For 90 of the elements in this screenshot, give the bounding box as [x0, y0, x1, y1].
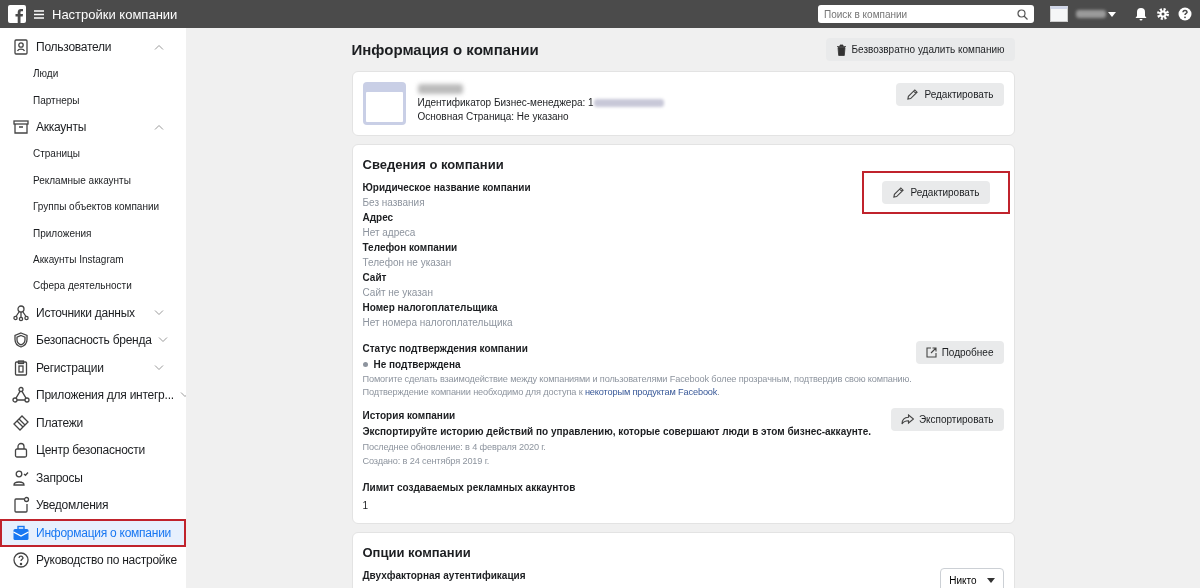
more-button[interactable]: Подробнее — [915, 341, 1004, 364]
sidebar-subitem[interactable]: Люди — [0, 60, 186, 87]
person-check-icon — [12, 468, 30, 487]
help-icon[interactable] — [1178, 7, 1192, 21]
dropdown[interactable]: Никто — [940, 568, 1004, 588]
chevron-icon[interactable] — [157, 337, 168, 344]
sidebar-item[interactable]: Центр безопасности — [0, 436, 186, 465]
blurred-company-name — [417, 84, 463, 94]
field-label: Двухфакторная аутентификация — [362, 569, 526, 583]
pencil-icon — [892, 186, 906, 199]
sidebar-item[interactable]: Безопасность бренда — [0, 326, 186, 355]
pencil-icon — [906, 88, 920, 101]
chevron-icon[interactable] — [154, 364, 164, 371]
status-dot — [362, 362, 368, 367]
export-button[interactable]: Экспортировать — [890, 408, 1004, 431]
field-label: Адрес — [362, 211, 395, 225]
sidebar-item[interactable]: Руководство по настройке — [0, 546, 186, 575]
field-value: Сайт не указан — [362, 286, 434, 300]
blurred-account-name — [1076, 10, 1106, 18]
history-text: Экспортируйте историю действий по управлению, которые совершают люди в этом бизнес-аккаунте. — [362, 425, 872, 439]
account-thumbnail[interactable] — [1050, 6, 1068, 22]
blurred-id — [593, 99, 664, 107]
sidebar-item[interactable]: Запросы — [0, 464, 186, 492]
status-text: Не подтверждена — [373, 358, 461, 372]
field-label: Юридическое название компании — [362, 181, 531, 195]
caret-icon[interactable] — [1108, 11, 1116, 17]
shield-icon — [12, 331, 30, 350]
archive-box-icon — [12, 118, 30, 137]
field-label: Сайт — [362, 271, 388, 285]
description-text: Помогите сделать взаимодействие между компаниями и пользователями Facebook более прозрачным, подтвердив свою компанию. — [362, 373, 913, 386]
field-label: Номер налогоплательщика — [362, 301, 499, 315]
trash-icon — [835, 43, 847, 56]
sidebar-item[interactable]: Уведомления — [0, 491, 186, 520]
settings-icon[interactable] — [1156, 7, 1170, 21]
sidebar-item[interactable]: Пользователи — [0, 33, 186, 61]
menu-icon[interactable] — [34, 9, 44, 19]
sidebar-item[interactable]: Платежи — [0, 409, 186, 437]
created-date: Создано: в 24 сентября 2019 г. — [362, 455, 491, 468]
chevron-icon[interactable] — [154, 309, 164, 316]
user-card-icon — [12, 37, 30, 56]
main-page-info: Основная Страница: Не указано — [417, 110, 570, 124]
sidebar-subitem[interactable]: Страницы — [0, 140, 186, 168]
section-title: Опции компании — [362, 545, 472, 560]
card-icon — [12, 413, 30, 432]
search-field[interactable]: Поиск в компании — [818, 5, 1034, 23]
notification-icon — [12, 496, 30, 515]
business-id: Идентификатор Бизнес-менеджера: 1 — [417, 96, 594, 110]
sidebar-subitem[interactable]: Группы объектов компании — [0, 193, 186, 220]
company-logo-placeholder — [362, 82, 406, 125]
page-title: Информация о компании — [351, 41, 539, 58]
sidebar-item[interactable]: Источники данных — [0, 299, 186, 327]
field-label: Лимит создаваемых рекламных аккаунтов — [362, 481, 577, 495]
briefcase-icon — [12, 523, 30, 542]
caret-icon — [986, 577, 995, 583]
sidebar-subitem[interactable]: Рекламные аккаунты — [0, 167, 186, 194]
search-icon — [1017, 8, 1028, 20]
f-logo-icon[interactable] — [8, 5, 26, 23]
sidebar-item[interactable]: Аккаунты — [0, 113, 186, 141]
field-label: Статус подтверждения компании — [362, 342, 529, 356]
sidebar-subitem[interactable]: Партнеры — [0, 86, 186, 114]
sidebar-subitem[interactable]: Приложения — [0, 219, 186, 247]
share-arrow-icon — [900, 414, 914, 425]
lock-icon — [12, 441, 30, 460]
edit-button[interactable]: Редактировать — [882, 181, 990, 204]
triangle-nodes-icon — [12, 386, 30, 405]
section-title: Сведения о компании — [362, 157, 505, 172]
sidebar-item[interactable]: Регистрации — [0, 354, 186, 382]
edit-button[interactable]: Редактировать — [896, 83, 1004, 106]
field-value: Телефон не указан — [362, 256, 453, 270]
sidebar-item[interactable]: Приложения для интегр... — [0, 381, 186, 410]
field-label: Телефон компании — [362, 241, 459, 255]
field-value: Нет номера налогоплательщика — [362, 316, 514, 330]
help-icon — [12, 551, 30, 570]
chevron-icon[interactable] — [154, 43, 164, 50]
sidebar-subitem[interactable]: Аккаунты Instagram — [0, 246, 186, 273]
data-nodes-icon — [12, 303, 30, 322]
sidebar-subitem[interactable]: Сфера деятельности — [0, 272, 186, 300]
bell-icon[interactable] — [1134, 7, 1148, 21]
app-title: Настройки компании — [52, 6, 178, 22]
chevron-icon[interactable] — [154, 124, 164, 131]
field-value: Без названия — [362, 196, 426, 210]
updated-date: Последнее обновление: в 4 февраля 2020 г. — [362, 441, 547, 454]
field-value: 1 — [362, 499, 370, 513]
clipboard-icon — [12, 358, 30, 377]
sidebar-item[interactable]: Информация о компании — [0, 519, 186, 547]
delete-company-button[interactable]: Безвозвратно удалить компанию — [825, 38, 1015, 61]
field-label: История компании — [362, 409, 457, 423]
description-text: Подтверждение компании необходимо для доступа к некоторым продуктам Facebook. — [362, 386, 721, 399]
external-link-icon — [925, 347, 937, 358]
field-value: Нет адреса — [362, 226, 417, 240]
